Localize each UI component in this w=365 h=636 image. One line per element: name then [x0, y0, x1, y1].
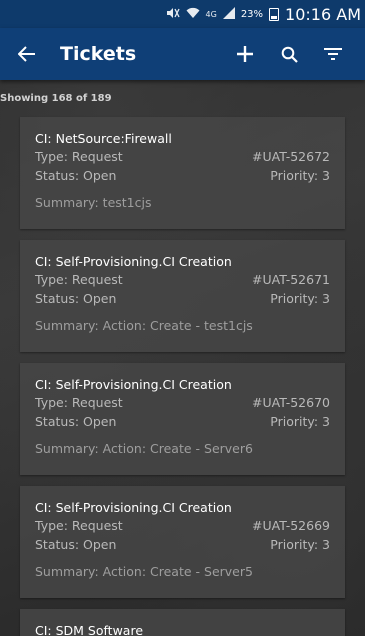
ticket-type: Type: Request [35, 149, 123, 164]
ticket-type: Type: Request [35, 272, 123, 287]
page-title: Tickets [60, 43, 137, 65]
back-arrow-icon[interactable] [14, 41, 40, 67]
screen: 4G 23% 10:16 AM Tickets Showing 168 of 1… [0, 0, 365, 636]
clock: 10:16 AM [285, 4, 361, 24]
ticket-id: #UAT-52672 [252, 149, 330, 164]
status-bar: 4G 23% 10:16 AM [0, 0, 365, 28]
ticket-ci: CI: Self-Provisioning.CI Creation [35, 254, 232, 269]
ticket-status: Status: Open [35, 414, 117, 429]
ticket-status: Status: Open [35, 168, 117, 183]
ticket-summary: Summary: test1cjs [35, 195, 152, 210]
battery-percent: 23% [240, 8, 264, 20]
ticket-ci: CI: SDM Software [35, 623, 144, 636]
ticket-row-type: Type: Request #UAT-52671 [35, 270, 330, 289]
ticket-card[interactable]: CI: Self-Provisioning.CI Creation Type: … [20, 486, 345, 598]
filter-button[interactable] [311, 34, 355, 74]
ticket-list[interactable]: Showing 168 of 189 CI: NetSource:Firewal… [0, 80, 365, 636]
app-bar: Tickets [0, 28, 365, 80]
ticket-id: #UAT-52670 [252, 395, 330, 410]
search-icon [281, 46, 298, 63]
ticket-ci: CI: Self-Provisioning.CI Creation [35, 500, 232, 515]
ticket-priority: Priority: 3 [270, 168, 330, 183]
ticket-card[interactable]: CI: Self-Provisioning.CI Creation Type: … [20, 240, 345, 352]
ticket-summary: Summary: Action: Create - test1cjs [35, 318, 253, 333]
result-count: Showing 168 of 189 [0, 80, 365, 109]
ticket-id: #UAT-52671 [252, 272, 330, 287]
plus-icon [237, 46, 253, 62]
ticket-row-status: Status: Open Priority: 3 [35, 412, 330, 431]
ticket-priority: Priority: 3 [270, 291, 330, 306]
ticket-ci: CI: NetSource:Firewall [35, 131, 172, 146]
ticket-row-status: Status: Open Priority: 3 [35, 166, 330, 185]
mute-icon [166, 7, 180, 22]
filter-icon [324, 48, 342, 60]
signal-icon [222, 6, 235, 22]
add-button[interactable] [223, 34, 267, 74]
wifi-icon [186, 7, 200, 22]
ticket-summary: Summary: Action: Create - Server5 [35, 564, 253, 579]
network-type-icon: 4G [205, 9, 217, 19]
ticket-row-status: Status: Open Priority: 3 [35, 535, 330, 554]
ticket-priority: Priority: 3 [270, 537, 330, 552]
ticket-row-type: Type: Request #UAT-52672 [35, 147, 330, 166]
ticket-ci: CI: Self-Provisioning.CI Creation [35, 377, 232, 392]
battery-icon [269, 7, 280, 21]
ticket-priority: Priority: 3 [270, 414, 330, 429]
ticket-card[interactable]: CI: NetSource:Firewall Type: Request #UA… [20, 117, 345, 229]
ticket-card[interactable]: CI: Self-Provisioning.CI Creation Type: … [20, 363, 345, 475]
ticket-row-status: Status: Open Priority: 3 [35, 289, 330, 308]
ticket-status: Status: Open [35, 291, 117, 306]
ticket-type: Type: Request [35, 518, 123, 533]
ticket-id: #UAT-52669 [252, 518, 330, 533]
ticket-row-type: Type: Request #UAT-52669 [35, 516, 330, 535]
result-count-text: Showing 168 of 189 [0, 93, 112, 104]
ticket-summary: Summary: Action: Create - Server6 [35, 441, 253, 456]
ticket-row-type: Type: Request #UAT-52670 [35, 393, 330, 412]
ticket-type: Type: Request [35, 395, 123, 410]
ticket-status: Status: Open [35, 537, 117, 552]
ticket-card[interactable]: CI: SDM Software [20, 609, 345, 636]
search-button[interactable] [267, 34, 311, 74]
